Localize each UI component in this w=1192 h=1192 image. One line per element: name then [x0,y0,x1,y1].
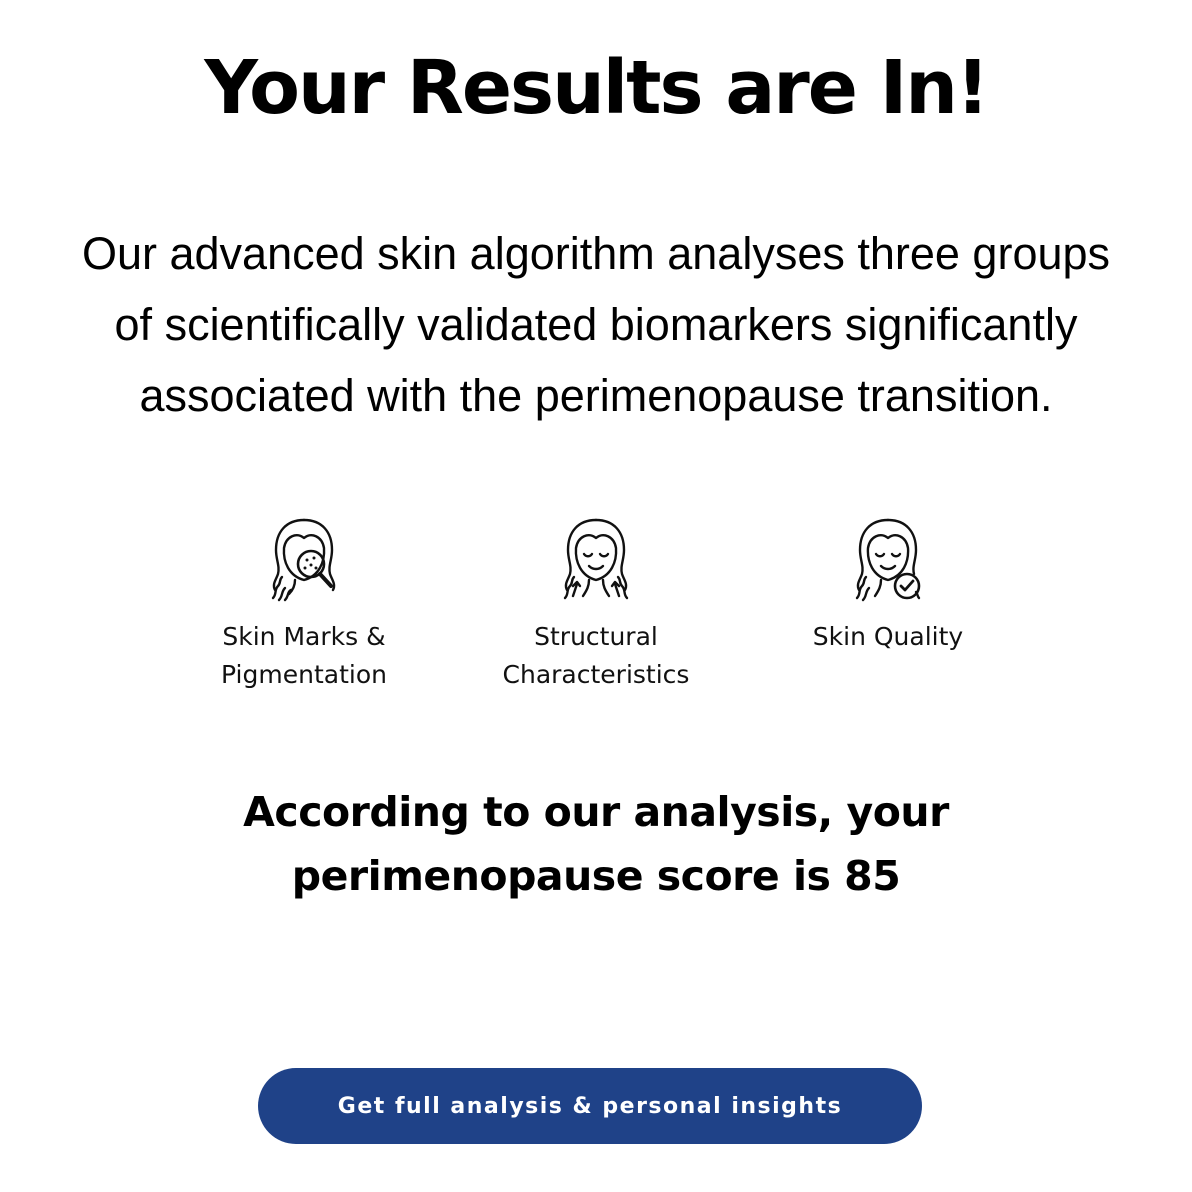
intro-line: associated with the perimenopause transi… [139,370,1053,421]
intro-text: Our advanced skin algorithm analyses thr… [0,218,1192,431]
biomarker-label-line: Pigmentation [221,660,387,689]
get-full-analysis-button[interactable]: Get full analysis & personal insights [258,1068,922,1144]
biomarker-label-line: Skin Marks & [222,622,386,651]
score-line: perimenopause score is 85 [291,852,901,900]
intro-line: Our advanced skin algorithm analyses thr… [81,228,1111,279]
biomarker-structural: Structural Characteristics [456,514,736,694]
biomarker-skin-marks: Skin Marks & Pigmentation [164,514,444,694]
biomarker-label: Skin Quality [748,618,1028,656]
score-statement: According to our analysis, your perimeno… [0,780,1192,908]
biomarker-label: Skin Marks & Pigmentation [164,618,444,694]
biomarker-groups: Skin Marks & Pigmentation Structural Cha… [0,514,1192,714]
page-title: Your Results are In! [204,45,989,131]
score-line: According to our analysis, your [243,788,949,836]
biomarker-label-line: Skin Quality [812,622,964,651]
biomarker-label-line: Characteristics [502,660,690,689]
biomarker-label: Structural Characteristics [456,618,736,694]
biomarker-label-line: Structural [534,622,658,651]
intro-line: of scientifically validated biomarkers s… [114,299,1078,350]
face-checkmark-icon [855,518,921,602]
face-magnifier-icon [271,518,336,602]
face-lift-arrows-icon [563,518,629,600]
biomarker-skin-quality: Skin Quality [748,514,1028,656]
